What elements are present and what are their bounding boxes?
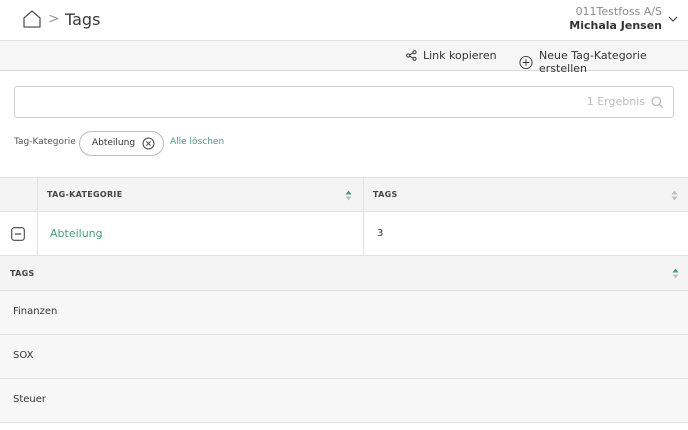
- table-header: TAG-KATEGORIE TAGS: [0, 177, 688, 212]
- company-name: 011Testfoss A/S: [575, 5, 662, 18]
- column-divider: [37, 178, 38, 212]
- column-header-tag-kategorie[interactable]: TAG-KATEGORIE: [47, 178, 122, 212]
- tag-name: Finanzen: [13, 306, 58, 317]
- column-divider: [363, 212, 364, 256]
- tag-category-table: TAG-KATEGORIE TAGS Abteilung 3 TAGS Fina…: [0, 177, 688, 423]
- filter-chip-abteilung: Abteilung: [79, 131, 165, 156]
- search-input[interactable]: [23, 93, 583, 113]
- subtable-column-header-tags[interactable]: TAGS: [10, 256, 35, 291]
- share-icon: [406, 50, 417, 61]
- breadcrumb-separator: >: [48, 11, 60, 27]
- sort-icon[interactable]: [345, 190, 352, 201]
- category-link[interactable]: Abteilung: [50, 227, 103, 240]
- sort-icon[interactable]: [672, 268, 679, 279]
- copy-link-button[interactable]: Link kopieren: [406, 49, 497, 62]
- user-name: Michala Jensen: [569, 19, 662, 32]
- column-divider: [37, 212, 38, 256]
- result-count: 1 Ergebnis: [586, 95, 645, 108]
- search-icon[interactable]: [651, 96, 664, 109]
- close-circle-icon[interactable]: [142, 137, 155, 150]
- tag-count: 3: [377, 228, 384, 239]
- toolbar: Link kopieren Neue Tag-Kategorie erstell…: [0, 41, 688, 75]
- tag-name: SOX: [13, 350, 34, 361]
- copy-link-label: Link kopieren: [423, 49, 497, 62]
- page-title: Tags: [65, 10, 101, 29]
- home-icon[interactable]: [22, 9, 42, 28]
- sort-icon[interactable]: [671, 190, 678, 201]
- subtable-row[interactable]: Steuer: [0, 379, 688, 423]
- table-row: Abteilung 3: [0, 212, 688, 256]
- app-header: > Tags 011Testfoss A/S Michala Jensen: [0, 0, 688, 41]
- tag-name: Steuer: [13, 394, 47, 405]
- filter-chip-label: Abteilung: [92, 138, 136, 148]
- column-header-tags[interactable]: TAGS: [373, 178, 398, 212]
- filter-label: Tag-Kategorie: [14, 137, 76, 147]
- subtable-row[interactable]: Finanzen: [0, 291, 688, 335]
- chevron-down-icon[interactable]: [668, 15, 678, 23]
- search-box: 1 Ergebnis: [14, 86, 674, 118]
- minus-square-icon[interactable]: [11, 227, 25, 241]
- new-tag-category-label: Neue Tag-Kategorie erstellen: [539, 49, 647, 75]
- subtable-header: TAGS: [0, 256, 688, 291]
- subtable-row[interactable]: SOX: [0, 335, 688, 379]
- filter-row: Tag-Kategorie Abteilung Alle löschen: [14, 131, 414, 156]
- clear-all-filters-link[interactable]: Alle löschen: [170, 137, 224, 147]
- column-divider: [363, 178, 364, 212]
- new-tag-category-button[interactable]: Neue Tag-Kategorie erstellen: [519, 49, 688, 75]
- plus-circle-icon: [519, 55, 533, 69]
- user-menu[interactable]: 011Testfoss A/S Michala Jensen: [569, 5, 662, 33]
